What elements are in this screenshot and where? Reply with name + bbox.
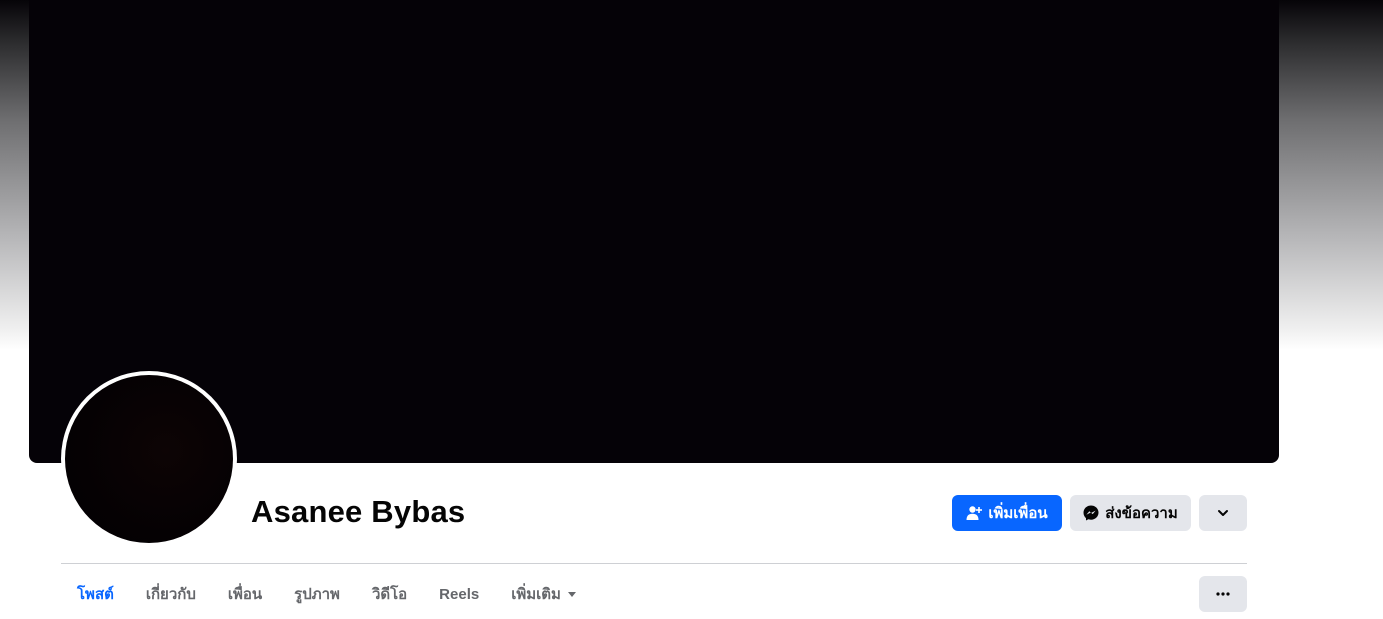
message-label: ส่งข้อความ bbox=[1105, 505, 1178, 522]
cover-photo[interactable] bbox=[29, 0, 1279, 463]
tab-videos[interactable]: วิดีโอ bbox=[356, 576, 423, 612]
tab-photos[interactable]: รูปภาพ bbox=[278, 576, 356, 612]
add-friend-button[interactable]: เพิ่มเพื่อน bbox=[952, 495, 1062, 531]
profile-dropdown-button[interactable] bbox=[1199, 495, 1247, 531]
tab-label: วิดีโอ bbox=[371, 586, 408, 603]
divider bbox=[61, 563, 1247, 564]
messenger-icon bbox=[1083, 505, 1099, 521]
tab-label: เพื่อน bbox=[227, 586, 263, 603]
tab-posts[interactable]: โพสต์ bbox=[61, 576, 130, 612]
tab-label: โพสต์ bbox=[77, 586, 114, 603]
message-button[interactable]: ส่งข้อความ bbox=[1070, 495, 1191, 531]
profile-tabs: โพสต์ เกี่ยวกับ เพื่อน รูปภาพ วิดีโอ Ree… bbox=[61, 576, 593, 612]
profile-picture-frame[interactable] bbox=[61, 371, 237, 547]
chevron-down-icon bbox=[1217, 507, 1229, 519]
more-options-button[interactable] bbox=[1199, 576, 1247, 612]
tab-friends[interactable]: เพื่อน bbox=[212, 576, 278, 612]
add-friend-icon bbox=[966, 505, 983, 521]
add-friend-label: เพิ่มเพื่อน bbox=[988, 505, 1048, 522]
tab-label: Reels bbox=[439, 585, 480, 603]
tab-label: รูปภาพ bbox=[294, 586, 340, 603]
caret-down-icon bbox=[567, 589, 577, 599]
tab-more[interactable]: เพิ่มเติม bbox=[495, 576, 593, 612]
tab-label: เกี่ยวกับ bbox=[145, 586, 196, 603]
avatar[interactable] bbox=[65, 375, 233, 543]
tab-about[interactable]: เกี่ยวกับ bbox=[130, 576, 212, 612]
more-horizontal-icon bbox=[1216, 592, 1230, 596]
profile-name: Asanee Bybas bbox=[251, 494, 466, 529]
tab-label: เพิ่มเติม bbox=[511, 586, 561, 603]
tab-reels[interactable]: Reels bbox=[423, 576, 495, 612]
